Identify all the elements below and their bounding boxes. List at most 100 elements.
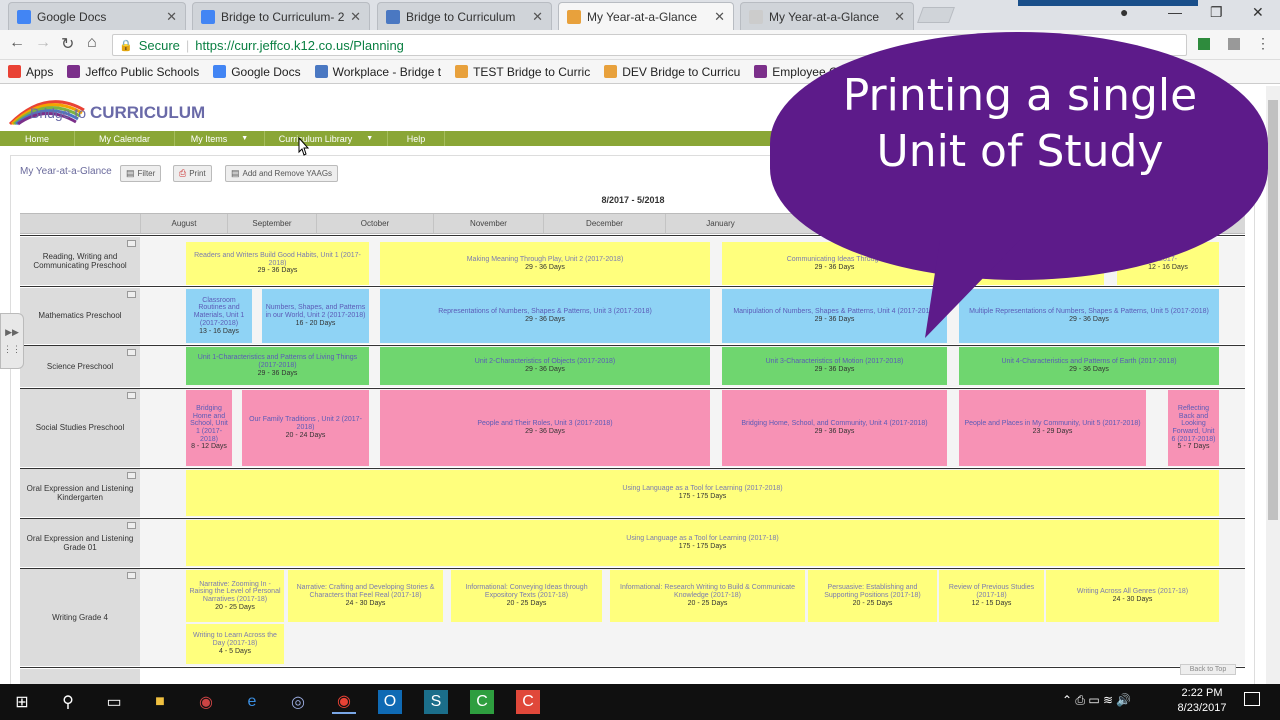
- row-print-icon[interactable]: [127, 392, 136, 399]
- unit-cell[interactable]: Unit 2-Characteristics of Objects (2017-…: [380, 347, 710, 385]
- browser-tab[interactable]: My Year-at-a-Glance ✕: [558, 2, 734, 31]
- print-icon: ⎙: [179, 168, 187, 178]
- back-to-top-button[interactable]: Back to Top: [1180, 664, 1236, 675]
- unit-title: Writing Across All Genres (2017-18): [1076, 588, 1189, 596]
- unit-cell[interactable]: Informational: Conveying Ideas through E…: [451, 570, 602, 622]
- bridge-logo[interactable]: Bridge to Curriculum: [6, 90, 211, 128]
- row-print-icon[interactable]: [127, 291, 136, 298]
- unit-cell[interactable]: Writing Across All Genres (2017-18) 24 - …: [1046, 570, 1219, 622]
- search-icon[interactable]: ⚲: [56, 690, 80, 714]
- unit-cell[interactable]: Manipulation of Numbers, Shapes & Patter…: [722, 289, 947, 343]
- unit-title: Readers and Writers Build Good Habits, U…: [194, 251, 361, 267]
- windows-start-icon[interactable]: ⊞: [10, 690, 34, 714]
- nav-item[interactable]: Curriculum Library ▼: [265, 131, 388, 146]
- row-print-icon[interactable]: [127, 572, 136, 579]
- unit-cell[interactable]: Using Language as a Tool for Learning (2…: [186, 470, 1219, 516]
- unit-cell[interactable]: Unit 3-Characteristics of Motion (2017-2…: [722, 347, 947, 385]
- side-panel-toggle[interactable]: ▶▶ ⋮⋮: [0, 313, 24, 369]
- restore-icon[interactable]: ❐: [1210, 4, 1223, 21]
- unit-cell[interactable]: Review of Previous Studies (2017-18) 12 -…: [939, 570, 1044, 622]
- notification-icon[interactable]: [1244, 692, 1260, 706]
- unit-cell[interactable]: People and Places in My Community, Unit …: [959, 390, 1146, 466]
- bookmark-item[interactable]: Jeffco Public Schools: [67, 65, 199, 79]
- unit-cell[interactable]: Classroom Routines and Materials, Unit 1…: [186, 289, 252, 343]
- unit-cell[interactable]: Unit 4-Characteristics and Patterns of E…: [959, 347, 1219, 385]
- snagit-icon[interactable]: S: [424, 690, 448, 714]
- app-icon[interactable]: ◉: [194, 690, 218, 714]
- browser-tab[interactable]: Bridge to Curriculum- 20 ✕: [192, 2, 370, 30]
- bookmark-item[interactable]: DEV Bridge to Curricu: [604, 65, 740, 79]
- nav-item[interactable]: My Calendar: [75, 131, 175, 146]
- unit-cell[interactable]: Narrative: Crafting and Developing Stori…: [288, 570, 443, 622]
- unit-cell[interactable]: Writing to Learn Across the Day (2017-18…: [186, 624, 284, 664]
- scrollbar-thumb[interactable]: [1268, 100, 1278, 520]
- list-icon: ▤: [231, 168, 240, 178]
- bookmark-item[interactable]: Apps: [8, 65, 53, 79]
- minimize-icon[interactable]: —: [1168, 4, 1182, 20]
- add-remove-yaags-button[interactable]: ▤ Add and Remove YAAGs: [225, 165, 339, 182]
- taskbar-clock[interactable]: 2:22 PM 8/23/2017: [1168, 686, 1236, 716]
- unit-cell[interactable]: Narrative: Zooming In - Raising the Leve…: [186, 570, 284, 622]
- unit-cell[interactable]: Representations of Numbers, Shapes & Pat…: [380, 289, 710, 343]
- app-c-icon[interactable]: C: [516, 690, 540, 714]
- new-tab-button[interactable]: [917, 7, 955, 23]
- tab-close-icon[interactable]: ✕: [532, 9, 543, 25]
- filter-button[interactable]: ▤ Filter: [120, 165, 162, 182]
- chrome-icon[interactable]: ◉: [332, 690, 356, 714]
- print-button[interactable]: ⎙ Print: [173, 165, 212, 182]
- menu-icon[interactable]: ⋮: [1256, 35, 1270, 52]
- month-header: November: [433, 214, 543, 233]
- unit-cell[interactable]: Unit 1-Characteristics and Patterns of L…: [186, 347, 369, 385]
- unit-cell[interactable]: Persuasive: Establishing and Supporting …: [808, 570, 937, 622]
- unit-cell[interactable]: Reflecting Back and Looking Forward, Uni…: [1168, 390, 1219, 466]
- nav-item[interactable]: Home: [0, 131, 75, 146]
- unit-cell[interactable]: Numbers, Shapes, and Patterns in our Wor…: [262, 289, 369, 343]
- file-explorer-icon[interactable]: ■: [148, 690, 172, 714]
- unit-cell[interactable]: Bridging Home, School, and Community, Un…: [722, 390, 947, 466]
- bookmark-item[interactable]: Google Docs: [213, 65, 301, 79]
- unit-cell[interactable]: People and Their Roles, Unit 3 (2017-201…: [380, 390, 710, 466]
- back-icon[interactable]: ←: [9, 34, 25, 52]
- row-print-icon[interactable]: [127, 349, 136, 356]
- nav-item[interactable]: My Items ▼: [175, 131, 265, 146]
- close-window-icon[interactable]: ✕: [1252, 4, 1264, 21]
- unit-cell[interactable]: Our Family Traditions , Unit 2 (2017-201…: [242, 390, 369, 466]
- extension-icon[interactable]: [1198, 38, 1210, 50]
- tab-favicon-icon: [201, 9, 215, 24]
- row-print-icon[interactable]: [127, 522, 136, 529]
- internet-explorer-icon[interactable]: e: [240, 690, 264, 714]
- unit-cell[interactable]: Bridging Home and School, Unit 1 (2017-2…: [186, 390, 232, 466]
- tab-close-icon[interactable]: ✕: [894, 9, 905, 25]
- dropdown-caret-icon: ▼: [241, 135, 249, 142]
- unit-cell[interactable]: Readers and Writers Build Good Habits, U…: [186, 242, 369, 285]
- month-header: January: [665, 214, 775, 233]
- unit-cell[interactable]: Using Language as a Tool for Learning (2…: [186, 520, 1219, 566]
- outlook-icon[interactable]: O: [378, 690, 402, 714]
- globe-icon[interactable]: ◎: [286, 690, 310, 714]
- row-label: Oral Expression and Listening Kindergart…: [20, 469, 140, 517]
- home-icon[interactable]: ⌂: [87, 34, 97, 52]
- tab-close-icon[interactable]: ✕: [166, 9, 177, 25]
- row-print-icon[interactable]: [127, 240, 136, 247]
- camtasia-icon[interactable]: C: [470, 690, 494, 714]
- nav-item[interactable]: Help: [388, 131, 445, 146]
- unit-days: 29 - 36 Days: [814, 428, 855, 435]
- bookmark-item[interactable]: TEST Bridge to Curric: [455, 65, 590, 79]
- task-view-icon[interactable]: ▭: [102, 690, 126, 714]
- browser-tab[interactable]: Bridge to Curriculum ✕: [377, 2, 552, 30]
- row-print-icon[interactable]: [127, 472, 136, 479]
- unit-cell[interactable]: Informational: Research Writing to Build…: [610, 570, 805, 622]
- tab-close-icon[interactable]: ✕: [350, 9, 361, 25]
- unit-cell[interactable]: Making Meaning Through Play, Unit 2 (201…: [380, 242, 710, 285]
- tray-icons[interactable]: ⌃ ⎙ ▭ ≋ 🔊: [1062, 693, 1131, 708]
- tab-close-icon[interactable]: ✕: [714, 9, 725, 25]
- unit-title: People and Places in My Community, Unit …: [964, 420, 1141, 428]
- browser-tab[interactable]: Google Docs ✕: [8, 2, 186, 30]
- profile-icon[interactable]: ●: [1120, 4, 1128, 20]
- extension-icon[interactable]: [1228, 38, 1240, 50]
- bookmark-item[interactable]: Workplace - Bridge t: [314, 65, 441, 79]
- browser-tab[interactable]: My Year-at-a-Glance ✕: [740, 2, 914, 30]
- reload-icon[interactable]: ↻: [61, 34, 74, 54]
- unit-days: 29 - 36 Days: [814, 366, 855, 373]
- forward-icon[interactable]: →: [35, 34, 51, 52]
